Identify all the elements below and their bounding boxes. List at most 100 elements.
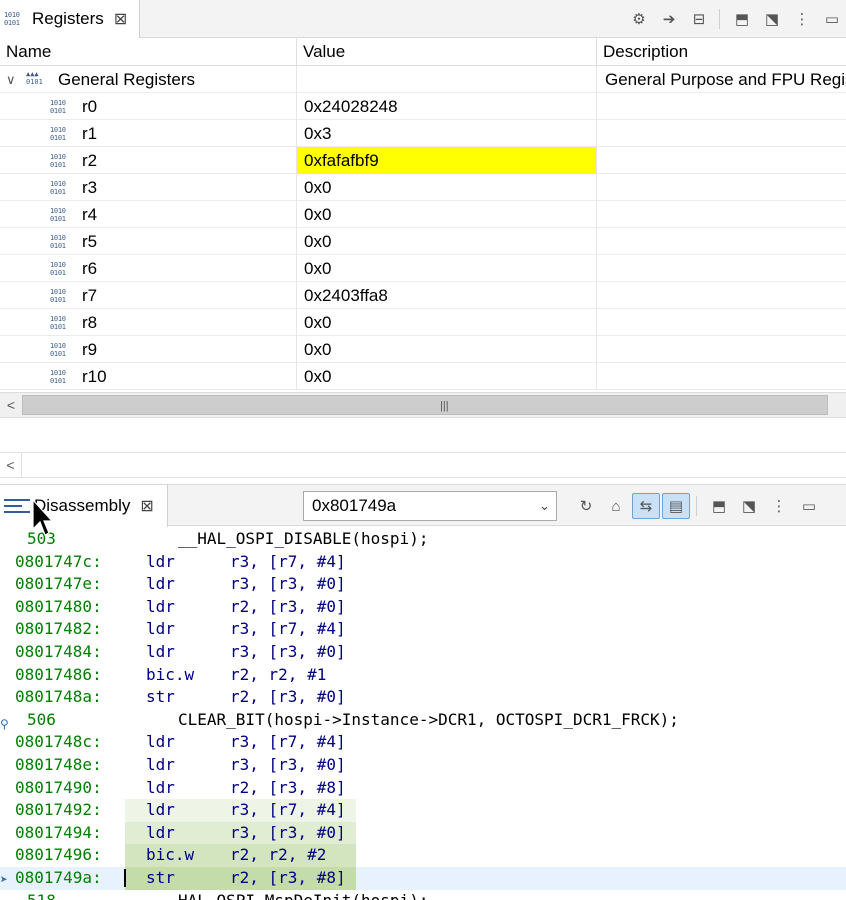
register-value[interactable]: 0x0 — [297, 363, 597, 390]
open-new-view-icon[interactable]: ⬒ — [728, 6, 756, 32]
column-value[interactable]: Value — [297, 38, 597, 66]
registers-horizontal-scrollbar[interactable]: < ||| — [0, 392, 846, 418]
register-value[interactable]: 0x0 — [297, 309, 597, 336]
pin-view-icon[interactable]: ⬔ — [758, 6, 786, 32]
close-icon[interactable]: ⊠ — [114, 9, 127, 29]
column-name[interactable]: Name — [0, 38, 297, 66]
register-name-cell: 1010 0101 r4 — [0, 201, 297, 228]
collapse-all-icon[interactable]: ⊟ — [685, 6, 713, 32]
register-value[interactable]: 0x0 — [297, 174, 597, 201]
instruction-line[interactable]: 0801747e: ldr r3, [r3, #0] — [0, 573, 846, 596]
register-name: r0 — [82, 97, 98, 116]
mode-icon[interactable]: ⚙ — [625, 6, 653, 32]
register-value[interactable]: 0x0 — [297, 336, 597, 363]
register-description — [597, 147, 846, 174]
refresh-icon[interactable]: ↻ — [572, 493, 600, 519]
view-menu-icon[interactable]: ⋮ — [788, 6, 816, 32]
register-name-cell: 1010 0101 r2 — [0, 147, 297, 174]
register-row-r4[interactable]: 1010 0101 r4 0x0 — [0, 201, 846, 228]
instruction-operands: r2, r2, #1 — [230, 664, 327, 684]
register-row-r3[interactable]: 1010 0101 r3 0x0 — [0, 174, 846, 201]
registers-view: 1010 0101 Registers ⊠ ⚙ ➔ ⊟ ⬒ ⬔ ⋮ ▭ Name … — [0, 0, 846, 482]
register-row-r2[interactable]: 1010 0101 r2 0xfafafbf9 — [0, 147, 846, 174]
register-value[interactable]: 0x3 — [297, 120, 597, 147]
register-group-row[interactable]: ∨ ▲▲▲ 0101 General Registers General Purp… — [0, 66, 846, 93]
instruction-mnemonic: ldr — [146, 800, 175, 820]
register-row-r9[interactable]: 1010 0101 r9 0x0 — [0, 336, 846, 363]
instruction-mnemonic: ldr — [146, 619, 175, 639]
register-value[interactable]: 0xfafafbf9 — [297, 147, 597, 174]
instruction-line[interactable]: 0801748a: str r2, [r3, #0] — [0, 686, 846, 709]
register-row-r5[interactable]: 1010 0101 r5 0x0 — [0, 228, 846, 255]
number-format-icon[interactable]: ➔ — [655, 6, 683, 32]
address-input[interactable]: 0x801749a ⌄ — [303, 491, 557, 521]
register-description — [597, 363, 846, 390]
register-row-r6[interactable]: 1010 0101 r6 0x0 — [0, 255, 846, 282]
register-row-r10[interactable]: 1010 0101 r10 0x0 — [0, 363, 846, 390]
instruction-line[interactable]: 08017484: ldr r3, [r3, #0] — [0, 641, 846, 664]
instruction-line[interactable]: 08017486: bic.w r2, r2, #1 — [0, 664, 846, 687]
instruction-mnemonic: ldr — [146, 732, 175, 752]
instruction-line[interactable]: 08017480: ldr r2, [r3, #0] — [0, 596, 846, 619]
show-source-icon[interactable]: ▤ — [662, 493, 690, 519]
chevron-down-icon[interactable]: ∨ — [6, 66, 16, 93]
register-value[interactable]: 0x0 — [297, 201, 597, 228]
instruction-mnemonic: ldr — [146, 642, 175, 661]
register-name-cell: 1010 0101 r1 — [0, 120, 297, 147]
register-row-r7[interactable]: 1010 0101 r7 0x2403ffa8 — [0, 282, 846, 309]
instruction-line[interactable]: 08017494: ldr r3, [r3, #0] — [0, 821, 846, 845]
toolbar-separator — [696, 496, 697, 516]
register-value[interactable]: 0x24028248 — [297, 93, 597, 120]
register-description — [597, 120, 846, 147]
instruction-line[interactable]: 08017492: ldr r3, [r7, #4] — [0, 799, 846, 822]
column-description[interactable]: Description — [597, 38, 846, 66]
register-value[interactable]: 0x0 — [297, 228, 597, 255]
view-menu-icon[interactable]: ⋮ — [765, 493, 793, 519]
group-name-cell: ∨ ▲▲▲ 0101 General Registers — [0, 66, 297, 93]
instruction-line[interactable]: 08017490: ldr r2, [r3, #8] — [0, 777, 846, 800]
home-icon[interactable]: ⌂ — [602, 493, 630, 519]
scrollbar-thumb[interactable]: ||| — [22, 395, 828, 415]
register-name: r2 — [82, 151, 98, 170]
instruction-line[interactable]: 08017496: bic.w r2, r2, #2 — [0, 844, 846, 867]
instruction-line[interactable]: 0801748c: ldr r3, [r7, #4] — [0, 731, 846, 754]
minimize-icon[interactable]: ▭ — [795, 493, 823, 519]
instruction-line[interactable]: 08017482: ldr r3, [r7, #4] — [0, 618, 846, 641]
instruction-address: 08017486: — [15, 664, 102, 684]
scroll-left-icon[interactable]: < — [0, 453, 22, 477]
open-new-view-icon[interactable]: ⬒ — [705, 493, 733, 519]
instruction-line[interactable]: ➤ 0801749a: str r2, [r3, #8] — [0, 867, 846, 890]
details-pane-scrollbar[interactable]: < — [0, 452, 846, 478]
source-text: CLEAR_BIT(hospi->Instance->DCR1, OCTOSPI… — [178, 709, 679, 729]
register-row-r8[interactable]: 1010 0101 r8 0x0 — [0, 309, 846, 336]
register-name: r9 — [82, 340, 98, 359]
register-row-r0[interactable]: 1010 0101 r0 0x24028248 — [0, 93, 846, 120]
instruction-line[interactable]: 0801748e: ldr r3, [r3, #0] — [0, 754, 846, 777]
source-line[interactable]: 503 __HAL_OSPI_DISABLE(hospi); — [0, 528, 846, 551]
chevron-down-icon[interactable]: ⌄ — [539, 492, 550, 520]
tab-registers-label: Registers — [32, 9, 104, 28]
instruction-address: 08017494: — [15, 822, 102, 842]
disassembly-code[interactable]: 503 __HAL_OSPI_DISABLE(hospi); 0801747c: ld… — [0, 528, 846, 900]
source-line[interactable]: ⚲ 506 CLEAR_BIT(hospi->Instance->DCR1, OCT… — [0, 709, 846, 732]
source-text: __HAL_OSPI_DISABLE(hospi); — [178, 529, 429, 548]
register-icon: 1010 0101 — [50, 126, 66, 142]
register-description — [597, 201, 846, 228]
register-value[interactable]: 0x0 — [297, 255, 597, 282]
scroll-left-icon[interactable]: < — [0, 393, 22, 417]
tab-registers[interactable]: 1010 0101 Registers ⊠ — [0, 0, 140, 38]
register-row-r1[interactable]: 1010 0101 r1 0x3 — [0, 120, 846, 147]
source-line[interactable]: 518 HAL_OSPI_MspDeInit(hospi); — [0, 890, 846, 900]
register-icon: 1010 0101 — [50, 369, 66, 385]
instruction-mnemonic: ldr — [146, 755, 175, 774]
pin-view-icon[interactable]: ⬔ — [735, 493, 763, 519]
instruction-line[interactable]: 0801747c: ldr r3, [r7, #4] — [0, 551, 846, 574]
tab-disassembly[interactable]: Disassembly ⊠ — [0, 485, 168, 527]
register-value[interactable]: 0x2403ffa8 — [297, 282, 597, 309]
register-description — [597, 282, 846, 309]
instruction-mnemonic: ldr — [146, 551, 175, 571]
minimize-icon[interactable]: ▭ — [818, 6, 846, 32]
register-name: r7 — [82, 286, 98, 305]
link-with-editor-icon[interactable]: ⇆ — [632, 493, 660, 519]
close-icon[interactable]: ⊠ — [140, 496, 153, 516]
